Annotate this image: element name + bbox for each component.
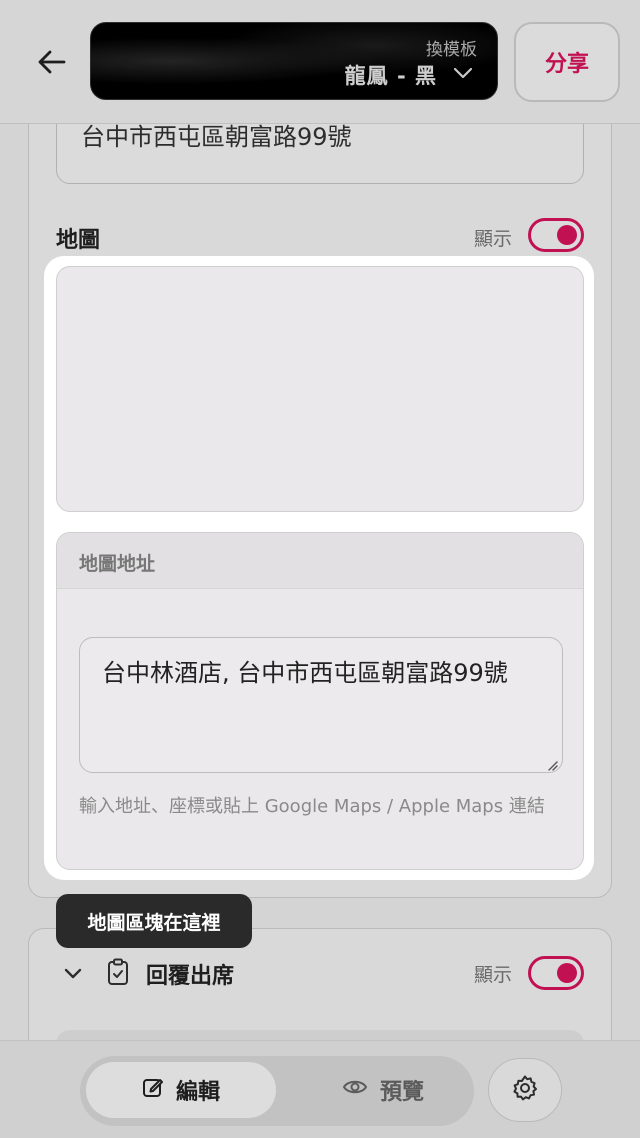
map-address-value: 台中林酒店, 台中市西屯區朝富路99號	[102, 659, 508, 687]
map-address-hint: 輸入地址、座標或貼上 Google Maps / Apple Maps 連結	[79, 796, 545, 817]
onboarding-tooltip: 地圖區塊在這裡	[56, 894, 252, 948]
map-address-card: 地圖地址 台中林酒店, 台中市西屯區朝富路99號 輸入地址、座標或貼上 Goog…	[56, 532, 584, 870]
map-address-header: 地圖地址	[57, 533, 583, 589]
resize-handle-icon[interactable]	[546, 756, 558, 771]
map-address-title: 地圖地址	[79, 553, 156, 575]
map-preview	[56, 266, 584, 512]
map-address-input[interactable]: 台中林酒店, 台中市西屯區朝富路99號	[79, 637, 563, 773]
